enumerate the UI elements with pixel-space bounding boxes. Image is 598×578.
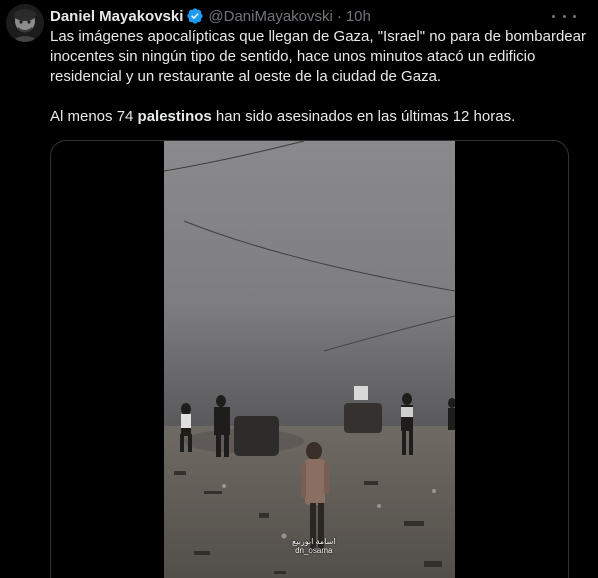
verified-badge-icon xyxy=(187,8,204,24)
tweet-header: Daniel Mayakovski @DaniMayakovski · 10h xyxy=(50,6,371,26)
author-handle[interactable]: @DaniMayakovski xyxy=(208,8,332,25)
text-span: Al menos 74 xyxy=(50,108,138,125)
video-player[interactable]: اسامة ابوربيع dn_osama xyxy=(50,140,569,578)
watermark-handle: dn_osama xyxy=(295,546,333,555)
more-options-icon[interactable] xyxy=(552,6,576,26)
tweet-paragraph-2: Al menos 74 palestinos han sido asesinad… xyxy=(50,107,590,127)
timestamp[interactable]: 10h xyxy=(346,8,371,25)
tweet: Daniel Mayakovski @DaniMayakovski · 10h … xyxy=(0,0,598,578)
tweet-paragraph-1: Las imágenes apocalípticas que llegan de… xyxy=(50,28,586,85)
text-span: han sido asesinados en las últimas 12 ho… xyxy=(211,108,516,125)
video-watermark: اسامة ابوربيع dn_osama xyxy=(292,537,336,555)
tweet-text: Las imágenes apocalípticas que llegan de… xyxy=(50,27,590,127)
dot xyxy=(562,14,566,18)
avatar-portrait-icon xyxy=(6,4,44,42)
avatar[interactable] xyxy=(6,4,44,42)
text-bold: palestinos xyxy=(137,108,212,125)
video-frame: اسامة ابوربيع dn_osama xyxy=(164,141,455,578)
separator-dot: · xyxy=(336,7,342,25)
dot xyxy=(552,14,555,18)
video-still-image xyxy=(164,141,455,578)
dot xyxy=(573,14,576,18)
author-name[interactable]: Daniel Mayakovski xyxy=(50,8,183,25)
watermark-arabic: اسامة ابوربيع xyxy=(292,537,336,546)
